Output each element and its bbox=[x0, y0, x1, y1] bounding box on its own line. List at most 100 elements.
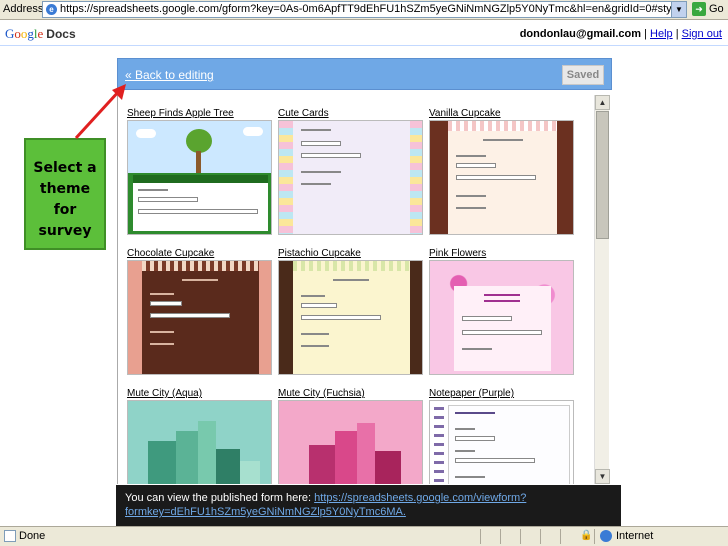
form-field bbox=[301, 303, 337, 308]
scroll-down-icon[interactable]: ▼ bbox=[595, 469, 610, 484]
cloud bbox=[136, 129, 156, 138]
form-line bbox=[455, 450, 475, 452]
status-divider bbox=[520, 529, 521, 544]
side-border bbox=[279, 261, 293, 374]
sign-out-link[interactable]: Sign out bbox=[682, 28, 722, 40]
link-separator: | bbox=[641, 28, 651, 40]
city-block bbox=[375, 451, 401, 484]
form-line bbox=[138, 189, 168, 191]
address-label: Address bbox=[3, 3, 44, 15]
saved-button[interactable]: Saved bbox=[562, 65, 604, 85]
theme-title[interactable]: Cute Cards bbox=[278, 108, 329, 119]
chevron-down-icon[interactable]: ▼ bbox=[671, 2, 686, 17]
status-text: Done bbox=[19, 530, 46, 542]
theme-title[interactable]: Mute City (Fuchsia) bbox=[278, 388, 365, 399]
security-zone: Internet bbox=[616, 530, 654, 542]
page-icon bbox=[4, 530, 16, 542]
scrollbar-thumb[interactable] bbox=[596, 111, 609, 239]
form-preview bbox=[133, 183, 268, 231]
city-block bbox=[148, 441, 176, 484]
city-block bbox=[216, 449, 240, 484]
browser-address-bar: Address e https://spreadsheets.google.co… bbox=[0, 0, 728, 20]
go-button[interactable]: ➜ Go bbox=[692, 1, 726, 18]
city-block bbox=[198, 421, 216, 484]
lace-border bbox=[142, 261, 259, 271]
form-preview bbox=[454, 286, 551, 371]
theme-thumbnail[interactable] bbox=[429, 120, 574, 235]
theme-title[interactable]: Chocolate Cupcake bbox=[127, 248, 214, 259]
form-line bbox=[301, 171, 341, 173]
user-email: dondonlau@gmail.com bbox=[519, 28, 642, 40]
form-field bbox=[462, 316, 512, 321]
help-link[interactable]: Help bbox=[650, 28, 673, 40]
form-line bbox=[456, 195, 486, 197]
google-docs-header: Google Docs dondonlau@gmail.com | Help | … bbox=[0, 21, 728, 46]
callout-text: Select a theme for survey bbox=[33, 160, 97, 239]
theme-title[interactable]: Vanilla Cupcake bbox=[429, 108, 501, 119]
select-theme-callout: Select a theme for survey bbox=[24, 138, 106, 250]
form-line bbox=[182, 279, 218, 281]
red-arrow-annotation bbox=[74, 84, 126, 140]
form-field bbox=[138, 197, 198, 202]
theme-thumbnail[interactable] bbox=[429, 260, 574, 375]
form-line bbox=[150, 331, 174, 333]
notice-label: You can view the published form here: bbox=[125, 492, 315, 504]
theme-title[interactable]: Mute City (Aqua) bbox=[127, 388, 202, 399]
form-field bbox=[301, 141, 341, 146]
google-docs-logo[interactable]: Google Docs bbox=[5, 26, 76, 42]
form-field bbox=[150, 301, 182, 306]
side-border bbox=[410, 261, 422, 374]
cloud bbox=[243, 127, 263, 136]
city-block bbox=[357, 423, 375, 484]
go-label: Go bbox=[709, 3, 724, 15]
back-to-editing-link[interactable]: « Back to editing bbox=[125, 68, 214, 82]
form-line bbox=[301, 129, 331, 131]
lace-border bbox=[293, 261, 410, 271]
link-separator: | bbox=[672, 28, 682, 40]
scroll-up-icon[interactable]: ▲ bbox=[595, 95, 610, 110]
gallery-scrollbar[interactable]: ▲ ▼ bbox=[594, 95, 610, 484]
form-line bbox=[456, 207, 486, 209]
logo-letter: G bbox=[5, 26, 15, 41]
theme-thumbnail[interactable] bbox=[429, 400, 574, 484]
form-line bbox=[301, 345, 329, 347]
form-line bbox=[301, 295, 325, 297]
form-line bbox=[462, 348, 492, 350]
theme-thumbnail[interactable] bbox=[278, 400, 423, 484]
form-line bbox=[455, 412, 495, 414]
theme-thumbnail[interactable] bbox=[278, 120, 423, 235]
form-field bbox=[455, 458, 535, 463]
user-links: dondonlau@gmail.com | Help | Sign out bbox=[520, 28, 722, 40]
theme-title[interactable]: Notepaper (Purple) bbox=[429, 388, 514, 399]
logo-letter: e bbox=[37, 26, 44, 41]
logo-product: Docs bbox=[46, 27, 76, 41]
form-field bbox=[456, 175, 536, 180]
tree bbox=[186, 129, 212, 153]
form-preview bbox=[448, 405, 570, 484]
form-line bbox=[333, 279, 369, 281]
form-field bbox=[138, 209, 258, 214]
go-arrow-icon: ➜ bbox=[692, 2, 706, 16]
form-field bbox=[455, 436, 495, 441]
theme-title[interactable]: Pink Flowers bbox=[429, 248, 486, 259]
form-field bbox=[456, 163, 496, 168]
address-url: https://spreadsheets.google.com/gform?ke… bbox=[60, 3, 681, 15]
theme-title[interactable]: Pistachio Cupcake bbox=[278, 248, 361, 259]
form-preview bbox=[293, 121, 410, 234]
form-line bbox=[150, 343, 174, 345]
form-field bbox=[462, 330, 542, 335]
theme-thumbnail[interactable] bbox=[127, 260, 272, 375]
address-input[interactable]: e https://spreadsheets.google.com/gform?… bbox=[42, 1, 687, 18]
theme-thumbnail[interactable] bbox=[127, 400, 272, 484]
status-divider bbox=[500, 529, 501, 544]
form-preview bbox=[142, 261, 259, 374]
theme-thumbnail[interactable] bbox=[278, 260, 423, 375]
notice-text: You can view the published form here: ht… bbox=[125, 491, 615, 519]
form-line bbox=[301, 183, 331, 185]
lock-icon: 🔒 bbox=[580, 530, 593, 541]
theme-thumbnail[interactable] bbox=[127, 120, 272, 235]
city-block bbox=[309, 445, 335, 484]
theme-title[interactable]: Sheep Finds Apple Tree bbox=[127, 108, 234, 119]
status-divider bbox=[540, 529, 541, 544]
city-block bbox=[335, 431, 357, 484]
